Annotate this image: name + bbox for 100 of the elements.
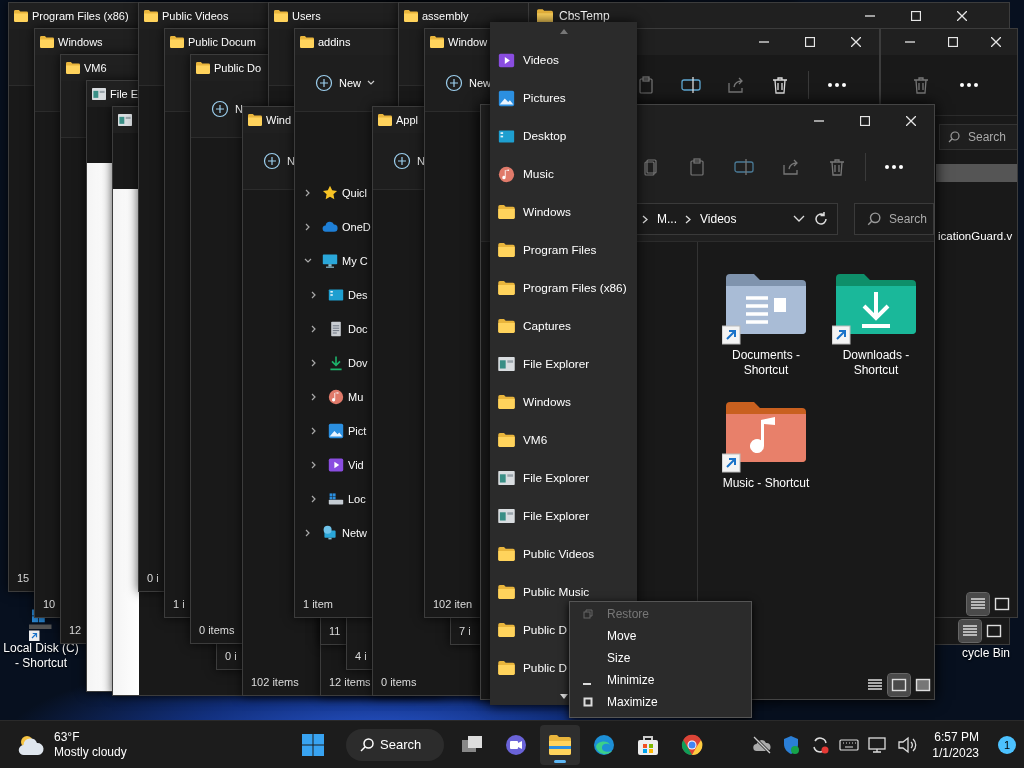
breadcrumb-item[interactable]: Videos: [700, 212, 737, 226]
more-icon[interactable]: [827, 82, 847, 88]
download-icon: [328, 355, 344, 371]
jump-list-item[interactable]: Public Videos: [490, 535, 637, 573]
chevron-icon[interactable]: [304, 529, 312, 537]
chevron-icon[interactable]: [310, 291, 318, 299]
file-name[interactable]: Documents - Shortcut: [718, 348, 814, 378]
chevron-icon[interactable]: [310, 393, 318, 401]
chevron-icon[interactable]: [310, 325, 318, 333]
nav-item[interactable]: Mu: [295, 380, 364, 414]
jump-list-item[interactable]: File Explorer: [490, 497, 637, 535]
desktop-icon-label[interactable]: Local Disk (C) - Shortcut: [0, 641, 82, 671]
jump-list-item[interactable]: File Explorer: [490, 459, 637, 497]
chevron-icon[interactable]: [304, 223, 312, 231]
chat-icon[interactable]: [504, 732, 528, 757]
clock-date[interactable]: 1/1/2023: [932, 744, 979, 761]
search-button[interactable]: Search: [346, 728, 444, 761]
jump-list-item[interactable]: Desktop: [490, 117, 637, 155]
maximize-icon[interactable]: [947, 37, 958, 47]
breadcrumb-item[interactable]: M...: [657, 212, 677, 226]
notification-badge[interactable]: 1: [998, 735, 1016, 754]
network-icon: [322, 525, 338, 541]
folder-icon: [66, 62, 80, 74]
close-icon[interactable]: [957, 11, 967, 21]
jump-list-item[interactable]: Program Files (x86): [490, 269, 637, 307]
folder-icon[interactable]: [548, 732, 572, 757]
maximize-icon[interactable]: [911, 11, 921, 21]
shield-icon[interactable]: [781, 734, 802, 755]
weather-temperature[interactable]: 63°F: [54, 729, 127, 745]
close-icon[interactable]: [851, 37, 861, 47]
menu-item[interactable]: Maximize: [570, 691, 751, 713]
more-icon[interactable]: [884, 164, 904, 170]
maximize-icon[interactable]: [860, 116, 870, 126]
file-name[interactable]: icationGuard.v: [938, 230, 1017, 242]
nav-item[interactable]: Dov: [295, 346, 368, 380]
jump-list-item[interactable]: File Explorer: [490, 345, 637, 383]
menu-item[interactable]: Minimize: [570, 669, 751, 691]
close-icon[interactable]: [906, 116, 916, 126]
menu-item[interactable]: Move: [570, 625, 751, 647]
jump-list-item[interactable]: Pictures: [490, 79, 637, 117]
jump-list-item[interactable]: VM6: [490, 421, 637, 459]
new-button[interactable]: N: [391, 148, 427, 174]
swirl-browser-icon[interactable]: [592, 732, 616, 757]
chevron-icon[interactable]: [310, 495, 318, 503]
details-view-button[interactable]: [959, 620, 981, 642]
close-icon[interactable]: [990, 37, 1001, 47]
large-icons-view-button[interactable]: [888, 674, 910, 696]
new-button[interactable]: N: [209, 96, 245, 122]
status-text: 1 i: [173, 598, 185, 610]
chevron-icon[interactable]: [310, 427, 318, 435]
details-view-button[interactable]: [967, 593, 989, 615]
window-title: File E: [110, 88, 139, 100]
window-title: Users: [292, 10, 321, 22]
nav-item[interactable]: Loc: [295, 482, 366, 516]
new-button[interactable]: New: [313, 70, 377, 96]
speaker-icon[interactable]: [897, 734, 918, 755]
jump-list-item[interactable]: Captures: [490, 307, 637, 345]
dropdown-icon[interactable]: [793, 215, 805, 223]
nav-item[interactable]: Quicl: [295, 176, 368, 210]
maximize-icon[interactable]: [805, 37, 815, 47]
nav-item[interactable]: Pict: [295, 414, 367, 448]
refresh-icon[interactable]: [813, 211, 829, 227]
ring-logo-icon[interactable]: [680, 732, 704, 757]
new-button[interactable]: N: [261, 148, 297, 174]
nav-item[interactable]: Vid: [295, 448, 364, 482]
nav-item[interactable]: My C: [295, 244, 368, 278]
scroll-down-icon[interactable]: [559, 694, 568, 699]
more-icon[interactable]: [959, 82, 979, 88]
desktop-icon-label[interactable]: cycle Bin: [945, 646, 1024, 661]
windows-logo-icon[interactable]: [302, 733, 324, 756]
jump-list-item[interactable]: Windows: [490, 383, 637, 421]
search-input[interactable]: Search: [968, 130, 1017, 144]
status-text: 0 items: [381, 676, 417, 688]
chevron-icon[interactable]: [304, 189, 312, 197]
jump-list-item[interactable]: Videos: [490, 41, 637, 79]
file-name[interactable]: Downloads - Shortcut: [828, 348, 924, 378]
new-button[interactable]: New: [443, 70, 493, 96]
file-name[interactable]: Music - Shortcut: [718, 476, 814, 491]
nav-item[interactable]: Des: [295, 278, 368, 312]
chevron-icon[interactable]: [310, 461, 318, 469]
menu-item[interactable]: Size: [570, 647, 751, 669]
nav-item[interactable]: Doc: [295, 312, 368, 346]
nav-item[interactable]: Netw: [295, 516, 368, 550]
cloud-off-icon[interactable]: [752, 734, 773, 755]
square-icon: [986, 624, 1002, 638]
weather-condition[interactable]: Mostly cloudy: [54, 744, 127, 760]
search-bar[interactable]: Search: [854, 203, 934, 235]
picture-icon: [328, 423, 344, 439]
chevron-icon[interactable]: [304, 257, 312, 265]
window-title: assembly: [422, 10, 469, 22]
folder-icon: [498, 585, 515, 599]
chevron-icon[interactable]: [310, 359, 318, 367]
search-input[interactable]: Search: [889, 212, 933, 226]
search-bar[interactable]: Search: [939, 124, 1017, 150]
sync-icon[interactable]: [810, 734, 831, 755]
status-text: 0 items: [199, 624, 235, 636]
network-monitor-icon[interactable]: [868, 734, 889, 755]
clock-time[interactable]: 6:57 PM: [934, 728, 979, 745]
nav-item[interactable]: OneD: [295, 210, 371, 244]
music-icon: [328, 389, 344, 405]
